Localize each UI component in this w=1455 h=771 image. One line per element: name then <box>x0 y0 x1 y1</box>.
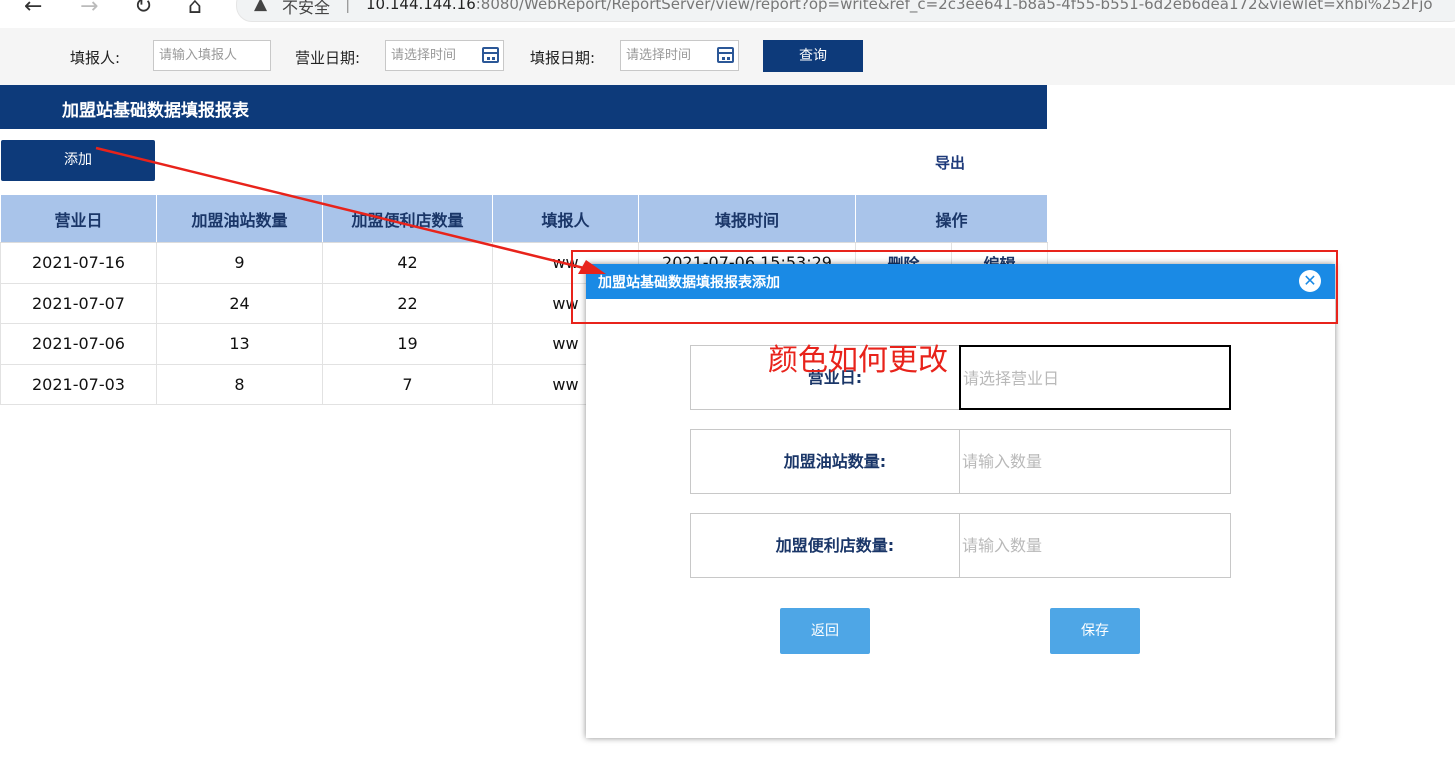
annotation-arrow <box>95 146 606 274</box>
